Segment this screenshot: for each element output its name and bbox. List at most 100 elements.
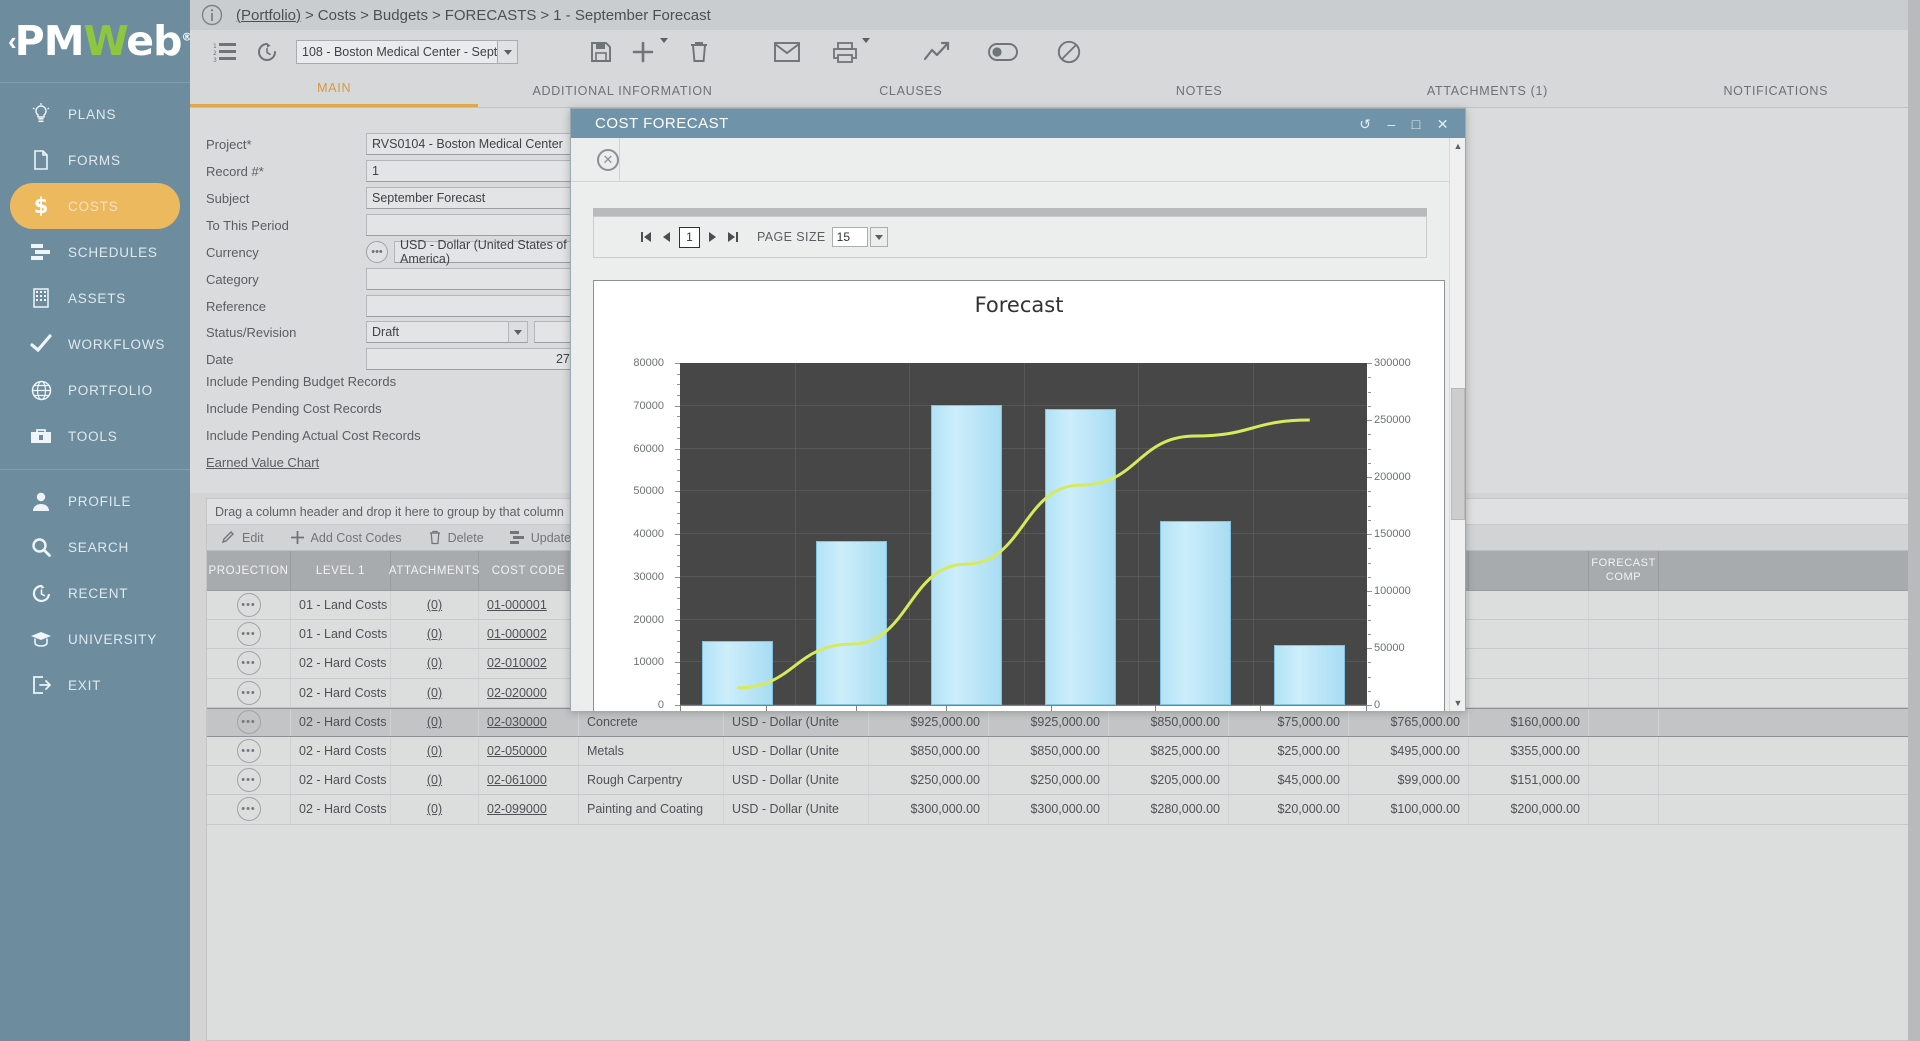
prev-page-button[interactable] bbox=[656, 227, 676, 247]
scroll-down-icon[interactable]: ▼ bbox=[1450, 695, 1465, 711]
cell-attachments[interactable]: (0) bbox=[391, 649, 479, 678]
chevron-down-icon[interactable] bbox=[497, 41, 517, 63]
row-menu-icon[interactable]: ••• bbox=[236, 768, 261, 793]
close-icon[interactable]: ✕ bbox=[1437, 117, 1449, 131]
table-row[interactable]: ••• 02 - Hard Costs (0) 02-050000 Metals USD … bbox=[207, 736, 1919, 767]
sidebar-item-exit[interactable]: EXIT bbox=[10, 662, 180, 708]
cell-link[interactable]: (0) bbox=[427, 802, 442, 816]
cell-link[interactable]: (0) bbox=[427, 715, 442, 729]
next-page-button[interactable] bbox=[703, 227, 723, 247]
tab-main[interactable]: MAIN bbox=[190, 81, 479, 107]
cell-link[interactable]: 02-030000 bbox=[487, 715, 547, 729]
trash-icon[interactable] bbox=[678, 34, 720, 70]
cell-link[interactable]: (0) bbox=[427, 686, 442, 700]
cell-link[interactable]: 02-010002 bbox=[487, 656, 547, 670]
cell-attachments[interactable]: (0) bbox=[391, 795, 479, 824]
printer-icon[interactable] bbox=[824, 34, 866, 70]
cell-cost-code[interactable]: 02-099000 bbox=[479, 795, 579, 824]
row-menu-icon[interactable]: ••• bbox=[236, 797, 261, 822]
col-cost-code[interactable]: COST CODE bbox=[479, 551, 579, 590]
app-logo[interactable]: ‹ PMWeb® bbox=[0, 0, 192, 82]
save-icon[interactable] bbox=[580, 34, 622, 70]
chevron-down-icon[interactable] bbox=[869, 227, 888, 247]
cell-link[interactable]: (0) bbox=[427, 773, 442, 787]
checkbox-include-pending-budget[interactable]: Include Pending Budget Records ✓ bbox=[206, 374, 583, 389]
breadcrumb-budgets[interactable]: Budgets bbox=[373, 7, 428, 24]
sidebar-item-tools[interactable]: TOOLS bbox=[10, 413, 180, 459]
col-level1[interactable]: LEVEL 1 bbox=[291, 551, 391, 590]
project-select[interactable]: 108 - Boston Medical Center - Septe bbox=[296, 40, 518, 64]
col-forecast[interactable] bbox=[1469, 551, 1589, 590]
col-attachments[interactable]: ATTACHMENTS bbox=[389, 551, 479, 590]
first-page-button[interactable] bbox=[636, 227, 656, 247]
cell-attachments[interactable]: (0) bbox=[391, 736, 479, 766]
add-split-button[interactable] bbox=[622, 34, 668, 70]
table-row[interactable]: ••• 02 - Hard Costs (0) 02-030000 Concrete US… bbox=[207, 707, 1919, 737]
edit-button[interactable]: Edit bbox=[221, 530, 264, 545]
sidebar-item-university[interactable]: UNIVERSITY bbox=[10, 616, 180, 662]
last-page-button[interactable] bbox=[723, 227, 743, 247]
row-menu-icon[interactable]: ••• bbox=[236, 593, 261, 618]
checkbox-include-pending-cost[interactable]: Include Pending Cost Records ✓ bbox=[206, 401, 583, 416]
chevron-down-icon[interactable] bbox=[660, 38, 668, 61]
table-row[interactable]: ••• 02 - Hard Costs (0) 02-099000 Painting a… bbox=[207, 795, 1919, 825]
row-menu-icon[interactable]: ••• bbox=[236, 739, 261, 764]
print-split-button[interactable] bbox=[824, 34, 870, 70]
sidebar-item-schedules[interactable]: SCHEDULES bbox=[10, 229, 180, 275]
sidebar-item-search[interactable]: SEARCH bbox=[10, 524, 180, 570]
cell-cost-code[interactable]: 02-030000 bbox=[479, 708, 579, 736]
cell-link[interactable]: (0) bbox=[427, 656, 442, 670]
cell-attachments[interactable]: (0) bbox=[391, 708, 479, 736]
toggle-icon[interactable] bbox=[982, 34, 1024, 70]
breadcrumb-forecasts[interactable]: FORECASTS bbox=[445, 7, 537, 24]
cell-link[interactable]: 02-050000 bbox=[487, 744, 547, 758]
scrollbar-thumb[interactable] bbox=[1451, 388, 1465, 520]
tab-attachments[interactable]: ATTACHMENTS (1) bbox=[1343, 84, 1631, 107]
tab-additional-information[interactable]: ADDITIONAL INFORMATION bbox=[478, 84, 766, 107]
row-menu-icon[interactable]: ••• bbox=[236, 710, 261, 735]
maximize-icon[interactable]: □ bbox=[1412, 117, 1421, 131]
page-size-input[interactable]: 15 bbox=[831, 227, 868, 247]
col-projection[interactable]: PROJECTION bbox=[207, 551, 291, 590]
modal-vertical-scrollbar[interactable]: ▲ ▼ bbox=[1449, 138, 1465, 711]
cell-link[interactable]: 01-000002 bbox=[487, 627, 547, 641]
minimize-icon[interactable]: – bbox=[1388, 117, 1396, 131]
sidebar-item-workflows[interactable]: WORKFLOWS bbox=[10, 321, 180, 367]
cell-attachments[interactable]: (0) bbox=[391, 766, 479, 795]
currency-lookup-button[interactable]: ••• bbox=[366, 241, 388, 263]
sidebar-item-portfolio[interactable]: PORTFOLIO bbox=[10, 367, 180, 413]
page-number-input[interactable]: 1 bbox=[679, 226, 700, 248]
row-menu-icon[interactable]: ••• bbox=[236, 651, 261, 676]
chevron-down-icon[interactable] bbox=[508, 322, 527, 342]
cell-link[interactable]: (0) bbox=[427, 627, 442, 641]
sidebar-item-plans[interactable]: PLANS bbox=[10, 91, 180, 137]
cell-link[interactable]: 01-000001 bbox=[487, 598, 547, 612]
cell-attachments[interactable]: (0) bbox=[391, 678, 479, 707]
status-field[interactable]: Draft bbox=[366, 321, 528, 343]
cell-link[interactable]: 02-061000 bbox=[487, 773, 547, 787]
cell-cost-code[interactable]: 02-020000 bbox=[479, 678, 579, 707]
cell-link[interactable]: (0) bbox=[427, 744, 442, 758]
cell-cost-code[interactable]: 01-000002 bbox=[479, 620, 579, 649]
cell-attachments[interactable]: (0) bbox=[391, 591, 479, 620]
cell-cost-code[interactable]: 01-000001 bbox=[479, 591, 579, 620]
table-row[interactable]: ••• 02 - Hard Costs (0) 02-061000 Rough Carp… bbox=[207, 766, 1919, 796]
delete-button[interactable]: Delete bbox=[428, 530, 484, 545]
scroll-up-icon[interactable]: ▲ bbox=[1450, 138, 1465, 154]
add-cost-codes-button[interactable]: Add Cost Codes bbox=[290, 530, 402, 545]
col-forecast-complete[interactable]: FORECAST COMP bbox=[1589, 551, 1659, 590]
plus-icon[interactable] bbox=[622, 34, 664, 70]
sidebar-item-profile[interactable]: PROFILE bbox=[10, 478, 180, 524]
sidebar-item-costs[interactable]: $ COSTS bbox=[10, 183, 180, 229]
cell-attachments[interactable]: (0) bbox=[391, 620, 479, 649]
cell-link[interactable]: 02-099000 bbox=[487, 802, 547, 816]
checkbox-include-pending-actual-cost[interactable]: Include Pending Actual Cost Records ✓ bbox=[206, 428, 583, 443]
history-icon[interactable] bbox=[246, 34, 288, 70]
breadcrumb-costs[interactable]: Costs bbox=[318, 7, 356, 24]
sidebar-item-forms[interactable]: FORMS bbox=[10, 137, 180, 183]
cell-cost-code[interactable]: 02-050000 bbox=[479, 736, 579, 766]
row-menu-icon[interactable]: ••• bbox=[236, 680, 261, 705]
row-menu-icon[interactable]: ••• bbox=[236, 622, 261, 647]
sidebar-item-recent[interactable]: RECENT bbox=[10, 570, 180, 616]
cell-link[interactable]: (0) bbox=[427, 598, 442, 612]
